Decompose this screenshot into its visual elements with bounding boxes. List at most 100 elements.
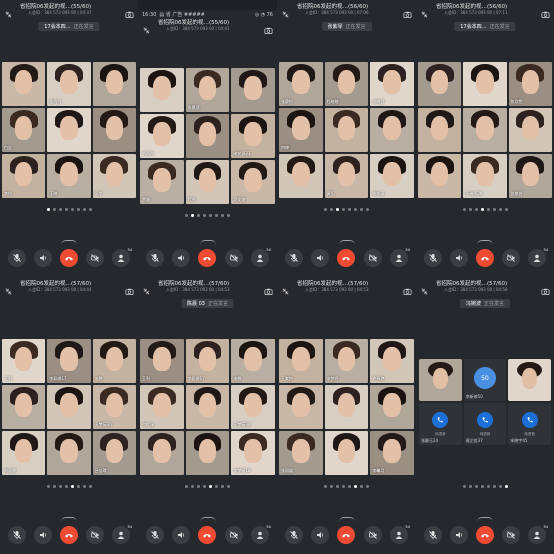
participant-tile[interactable]: 李馨月 (370, 431, 414, 475)
switch-camera-icon[interactable] (264, 281, 273, 296)
page-dot[interactable] (366, 208, 369, 211)
participant-tile[interactable]: 张欣悦 (508, 62, 552, 106)
page-dot[interactable] (191, 214, 194, 217)
page-indicator[interactable] (0, 208, 138, 211)
page-dot[interactable] (209, 214, 212, 217)
page-dot[interactable] (462, 485, 466, 488)
page-dot[interactable] (486, 485, 490, 488)
participant-tile[interactable] (185, 385, 230, 429)
speaker-button[interactable] (172, 526, 191, 544)
mic-toggle-button[interactable] (285, 249, 304, 267)
page-indicator[interactable] (277, 208, 416, 211)
participant-tile[interactable]: 黄阳 (324, 154, 369, 198)
mic-toggle-button[interactable] (8, 249, 26, 267)
switch-camera-icon[interactable] (125, 4, 134, 19)
page-dot[interactable] (82, 208, 86, 211)
participant-tile[interactable] (508, 108, 552, 152)
drawer-handle[interactable] (199, 517, 216, 522)
participant-tile[interactable] (324, 385, 369, 429)
page-indicator[interactable] (416, 208, 554, 211)
minimize-icon[interactable] (142, 20, 151, 34)
participant-tile[interactable]: 纯语音 宋晓宇45 (508, 403, 551, 445)
page-dot[interactable] (336, 485, 339, 488)
speaker-button[interactable] (172, 249, 191, 267)
participant-tile[interactable]: 王诗雨29 (463, 154, 507, 198)
page-dot[interactable] (366, 485, 369, 488)
speaker-button[interactable] (311, 526, 330, 544)
page-dot[interactable] (70, 485, 74, 488)
page-dot[interactable] (46, 208, 50, 211)
page-dot[interactable] (215, 214, 218, 217)
page-dot[interactable] (221, 485, 224, 488)
hangup-button[interactable] (476, 249, 494, 267)
participant-tile[interactable]: 王梦茹30 (231, 385, 275, 429)
mic-toggle-button[interactable] (146, 249, 165, 267)
participant-tile[interactable] (47, 108, 91, 152)
hangup-button[interactable] (60, 526, 78, 544)
drawer-handle[interactable] (338, 517, 355, 522)
video-toggle-button[interactable] (363, 249, 382, 267)
participant-tile[interactable]: 王利 (2, 339, 46, 383)
participant-tile[interactable]: 张紫芸 (508, 154, 552, 198)
page-indicator[interactable] (138, 214, 277, 217)
minimize-icon[interactable] (420, 4, 429, 18)
participant-tile[interactable]: 纯语音 张静玉24 (419, 403, 462, 445)
page-dot[interactable] (504, 208, 508, 211)
participant-tile[interactable]: 何红淳 (140, 385, 184, 429)
switch-camera-icon[interactable] (264, 20, 273, 35)
minimize-icon[interactable] (142, 281, 151, 295)
drawer-handle[interactable] (338, 240, 355, 245)
page-dot[interactable] (348, 208, 351, 211)
participant-tile[interactable]: 冯文瑄 (231, 160, 275, 204)
participant-tile[interactable] (324, 108, 369, 152)
page-dot[interactable] (82, 485, 86, 488)
switch-camera-icon[interactable] (403, 281, 412, 296)
page-dot[interactable] (58, 208, 62, 211)
minimize-icon[interactable] (420, 281, 429, 295)
participant-tile[interactable] (279, 385, 323, 429)
participant-tile[interactable]: 白丝 (2, 108, 46, 152)
page-indicator[interactable] (277, 485, 416, 488)
participants-button[interactable]: 54 (528, 525, 548, 544)
page-dot[interactable] (52, 208, 56, 211)
participant-tile[interactable] (2, 62, 46, 106)
participant-tile[interactable] (418, 62, 462, 106)
page-dot[interactable] (64, 208, 68, 211)
participant-tile[interactable] (2, 385, 46, 429)
participant-tile[interactable] (508, 359, 551, 401)
video-toggle-button[interactable] (502, 526, 520, 544)
participant-tile[interactable]: 余姗 (140, 160, 184, 204)
participant-tile[interactable]: 纯语音 周芷若37 (463, 403, 507, 445)
participants-button[interactable]: 54 (389, 525, 410, 544)
page-dot[interactable] (336, 208, 339, 211)
participant-tile[interactable] (92, 108, 136, 152)
participant-tile[interactable]: 张丽媛 (279, 431, 323, 475)
participant-tile[interactable] (324, 431, 369, 475)
video-toggle-button[interactable] (363, 526, 382, 544)
participant-tile[interactable]: 李梦瑶18 (231, 431, 275, 475)
participant-tile[interactable] (185, 114, 230, 158)
page-dot[interactable] (348, 485, 351, 488)
page-dot[interactable] (354, 485, 357, 488)
hangup-button[interactable] (60, 249, 78, 267)
participants-button[interactable]: 54 (250, 525, 271, 544)
participant-tile[interactable] (47, 431, 91, 475)
page-indicator[interactable] (416, 485, 554, 488)
participants-button[interactable]: 54 (112, 525, 132, 544)
page-dot[interactable] (342, 208, 345, 211)
minimize-icon[interactable] (4, 281, 13, 295)
page-dot[interactable] (215, 485, 218, 488)
page-dot[interactable] (221, 214, 224, 217)
page-dot[interactable] (203, 485, 206, 488)
participant-tile[interactable]: 许春艳 (370, 339, 414, 383)
page-dot[interactable] (197, 214, 200, 217)
page-dot[interactable] (88, 208, 92, 211)
switch-camera-icon[interactable] (125, 281, 134, 296)
page-dot[interactable] (480, 485, 484, 488)
participant-tile[interactable]: 刘丽娜 (2, 431, 46, 475)
page-dot[interactable] (70, 208, 74, 211)
page-dot[interactable] (462, 208, 466, 211)
mic-toggle-button[interactable] (424, 526, 442, 544)
participant-tile[interactable]: 李悦 (2, 154, 46, 198)
page-dot[interactable] (197, 485, 200, 488)
